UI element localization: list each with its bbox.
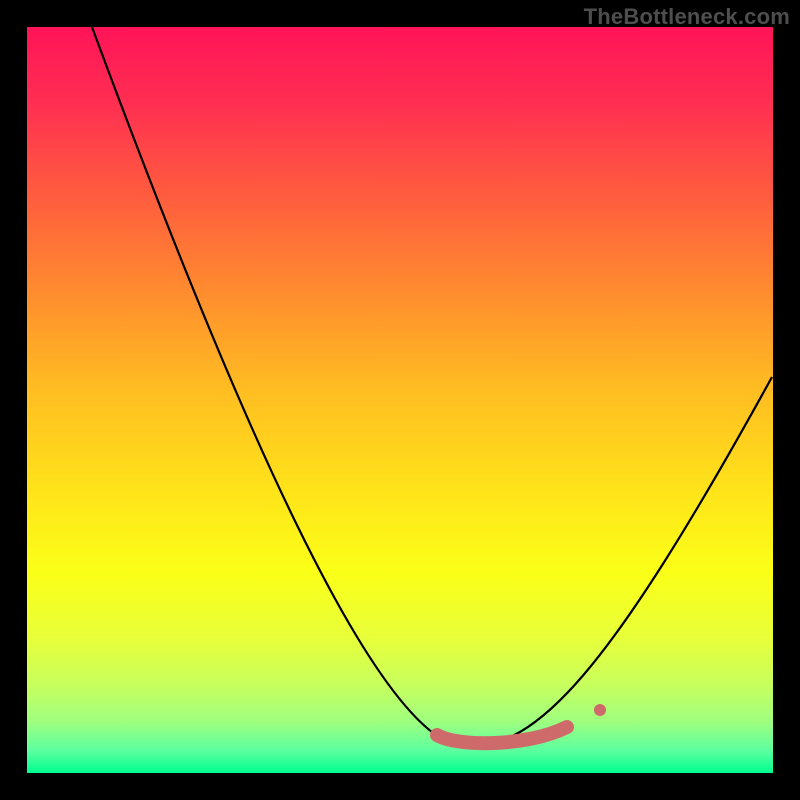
chart-svg (27, 27, 773, 773)
bottleneck-curve (92, 27, 772, 747)
chart-frame (27, 27, 773, 773)
watermark-text: TheBottleneck.com (584, 4, 790, 30)
sweet-spot-band (437, 727, 567, 743)
sweet-spot-dot (594, 704, 606, 716)
